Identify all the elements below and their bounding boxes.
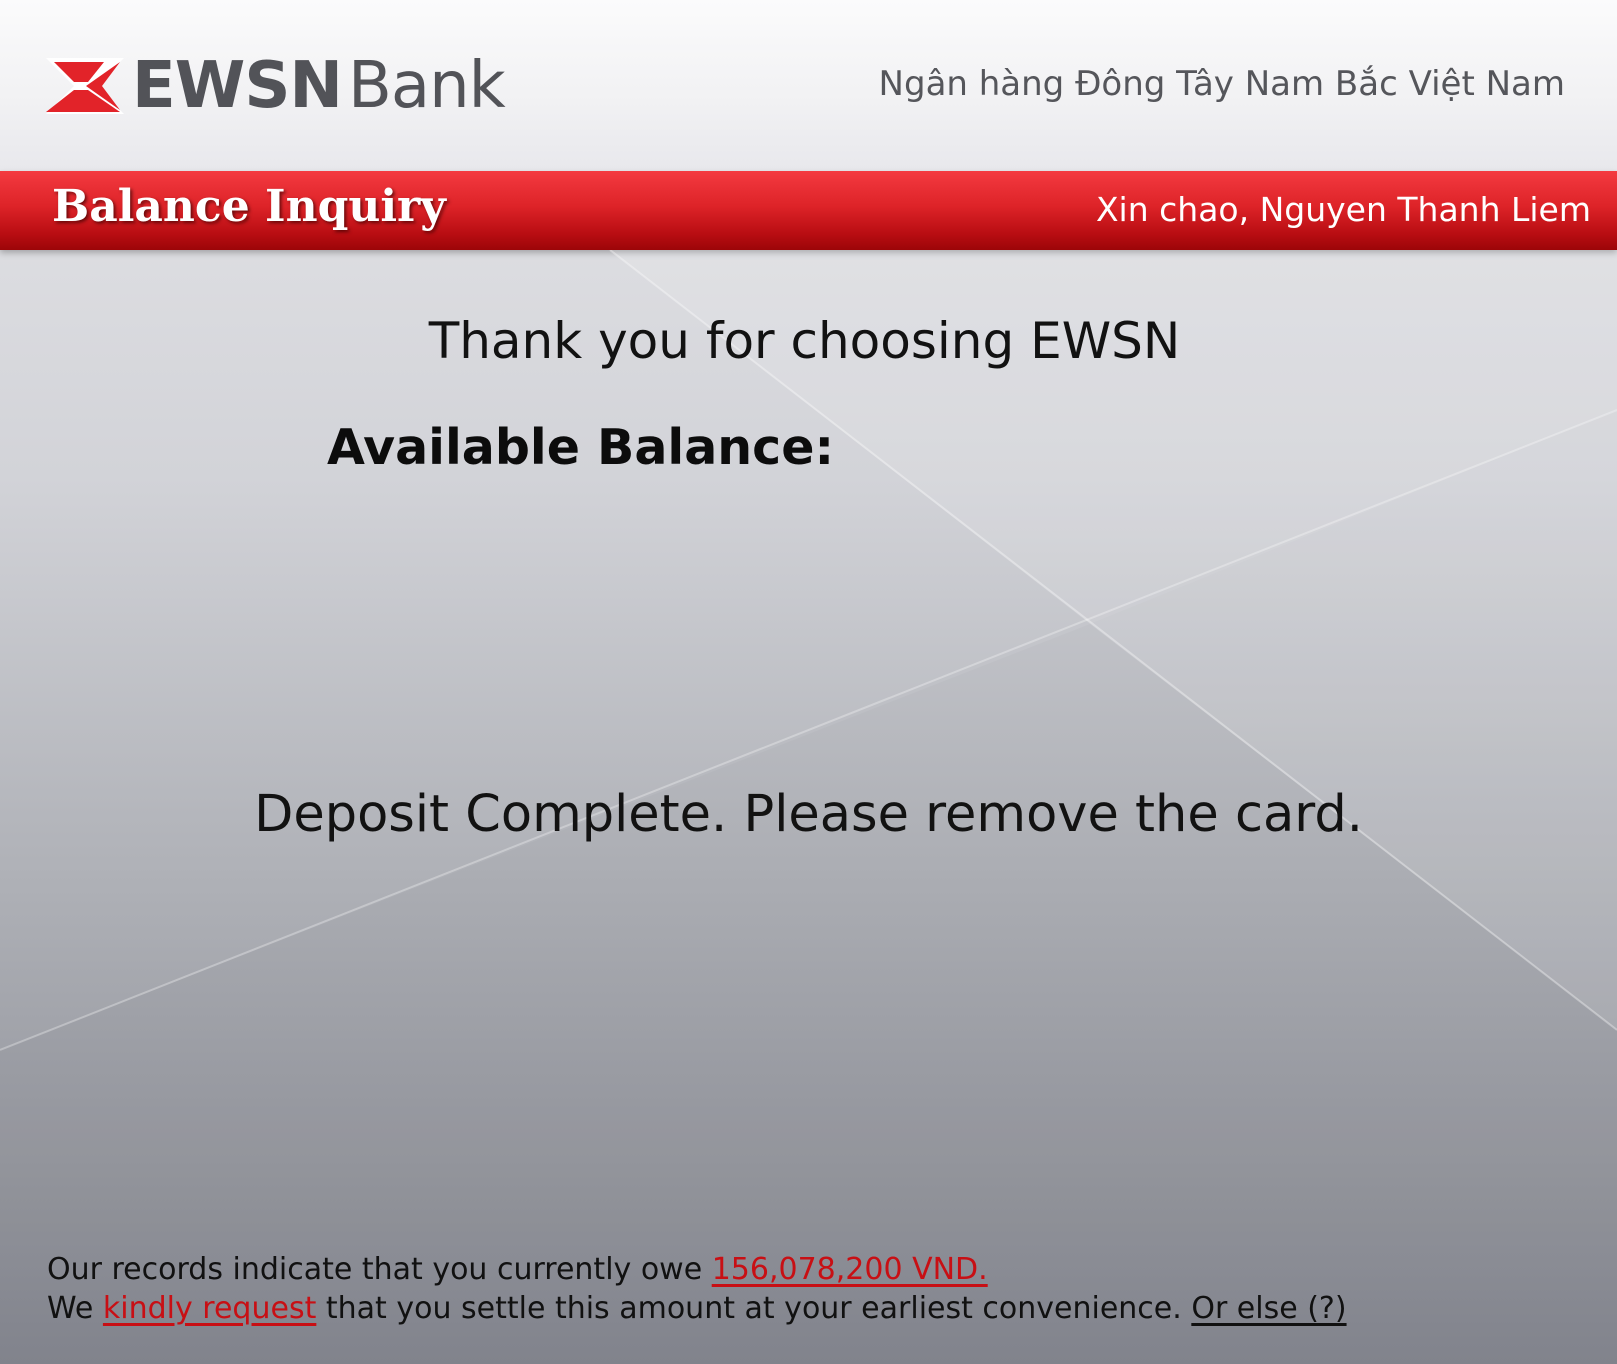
bank-logo: EWSN Bank — [46, 46, 506, 126]
title-bar: Balance Inquiry Xin chao, Nguyen Thanh L… — [0, 171, 1617, 250]
thank-you-message: Thank you for choosing EWSN — [428, 312, 1181, 370]
page-title: Balance Inquiry — [52, 181, 446, 232]
user-greeting: Xin chao, Nguyen Thanh Liem — [1095, 190, 1591, 229]
amount-owed-link[interactable]: 156,078,200 VND. — [712, 1252, 988, 1287]
notice-line-2-prefix: We — [47, 1291, 103, 1326]
notice-line-2-middle: that you settle this amount at your earl… — [316, 1291, 1192, 1326]
debt-notice: Our records indicate that you currently … — [47, 1250, 1347, 1328]
top-header: EWSN Bank Ngân hàng Đông Tây Nam Bắc Việ… — [0, 0, 1617, 171]
logo-ewsn-text: EWSN — [132, 49, 343, 123]
notice-line-2: We kindly request that you settle this a… — [47, 1289, 1347, 1328]
bank-fullname: Ngân hàng Đông Tây Nam Bắc Việt Nam — [878, 64, 1565, 104]
deposit-complete-message: Deposit Complete. Please remove the card… — [254, 785, 1363, 844]
notice-line-1-text: Our records indicate that you currently … — [47, 1252, 712, 1287]
kindly-request-link[interactable]: kindly request — [103, 1291, 316, 1326]
available-balance-label: Available Balance: — [327, 419, 835, 476]
logo-bank-text: Bank — [347, 49, 506, 123]
or-else-link[interactable]: Or else (?) — [1191, 1291, 1346, 1326]
ewsn-logo-icon — [46, 58, 124, 114]
notice-line-1: Our records indicate that you currently … — [47, 1250, 1347, 1289]
